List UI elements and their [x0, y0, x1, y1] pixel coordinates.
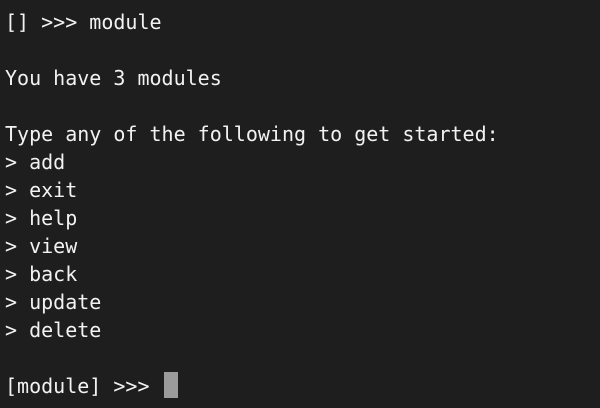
command-item-exit: > exit [5, 178, 78, 202]
command-item-delete: > delete [5, 318, 102, 342]
command-item-view: > view [5, 234, 78, 258]
instructions-message: Type any of the following to get started… [5, 122, 499, 146]
command-item-help: > help [5, 206, 78, 230]
block-cursor-icon[interactable] [163, 372, 178, 398]
command-item-add: > add [5, 150, 66, 174]
active-prompt-line[interactable]: [module] >>> [5, 372, 600, 400]
prompt-text: [module] >>> [5, 374, 162, 398]
command-list: > add > exit > help > view > back > upda… [5, 148, 600, 344]
terminal-window[interactable]: [] >>> module You have 3 modules Type an… [0, 0, 600, 408]
command-item-back: > back [5, 262, 78, 286]
module-count-message: You have 3 modules [5, 66, 222, 90]
previous-command-line: [] >>> module [5, 10, 162, 34]
command-item-update: > update [5, 290, 102, 314]
